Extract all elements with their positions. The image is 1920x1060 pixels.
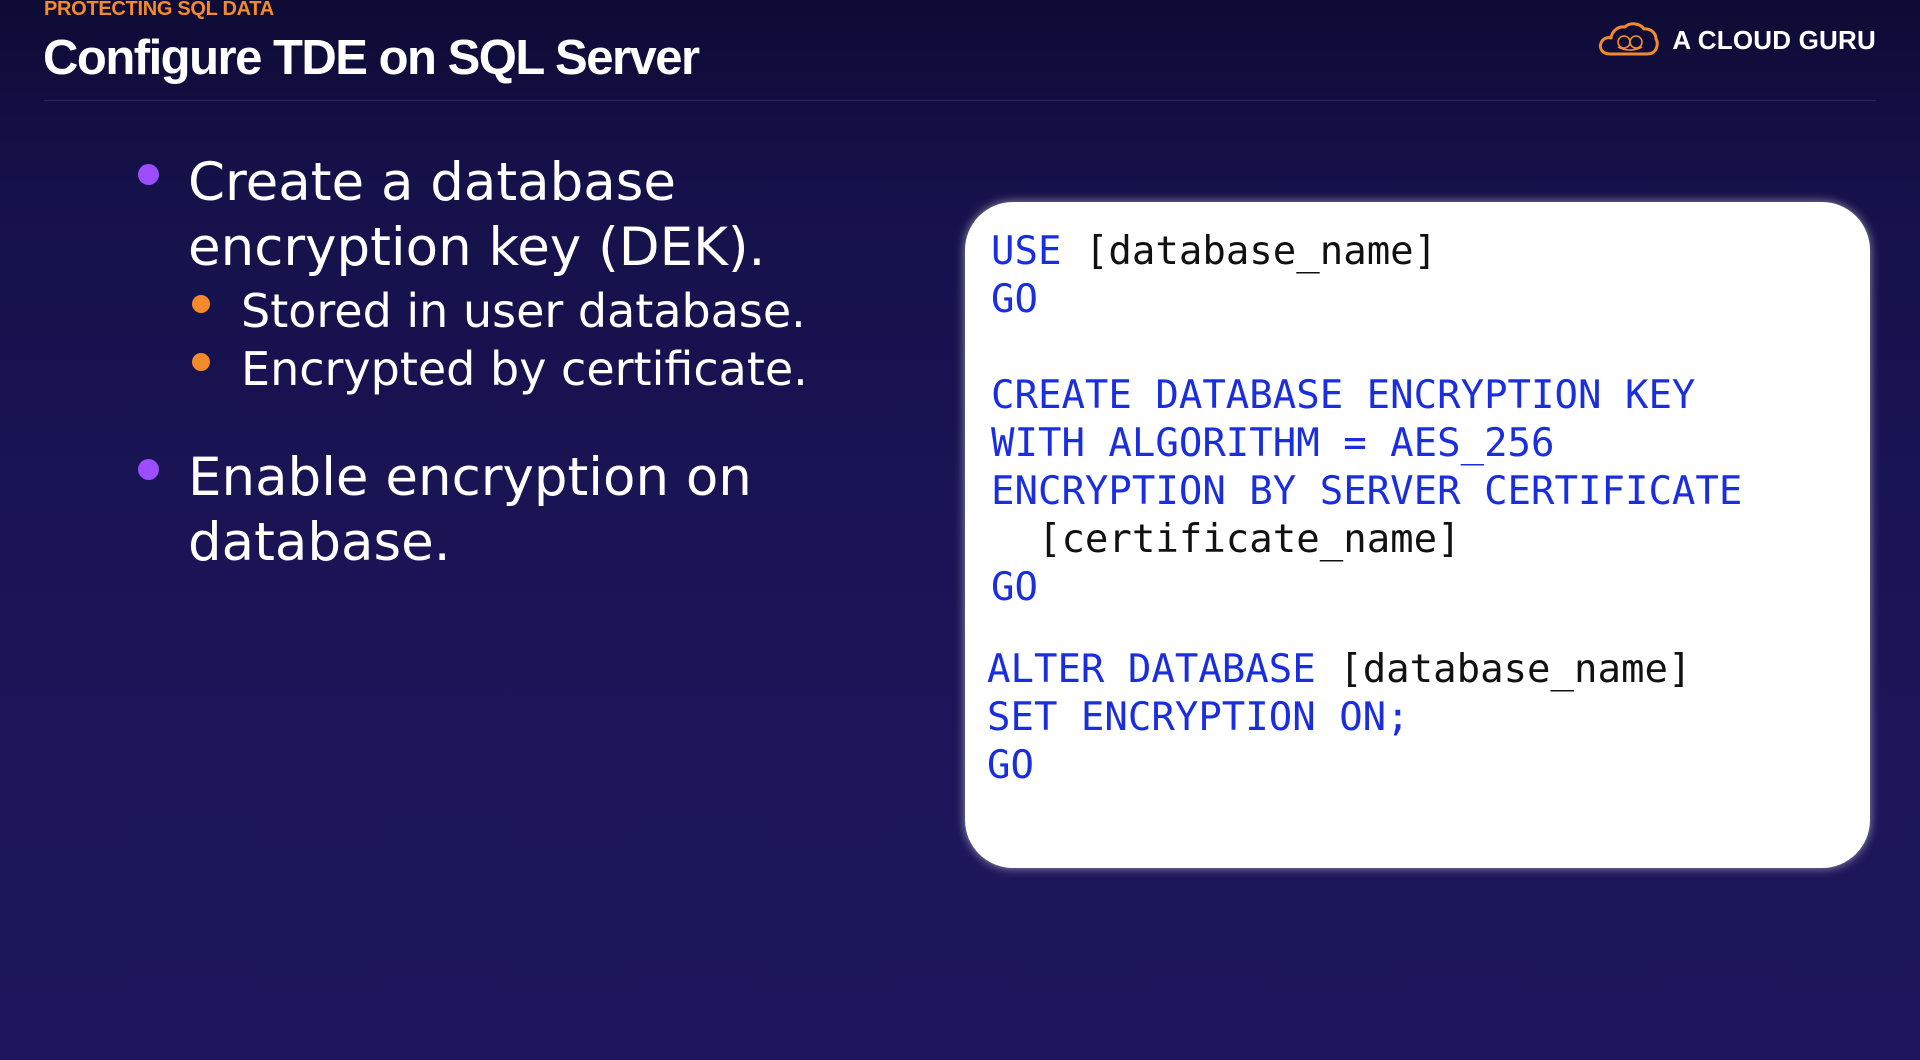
code-keyword: WITH ALGORITHM = AES_256 bbox=[991, 421, 1555, 466]
bullet-list: Create a database encryption key (DEK). … bbox=[132, 150, 912, 575]
code-create-block: CREATE DATABASE ENCRYPTION KEY WITH ALGO… bbox=[991, 372, 1742, 612]
code-keyword: GO bbox=[987, 743, 1034, 788]
sub-bullet-item: Stored in user database. bbox=[188, 282, 912, 340]
code-identifier: [database_name] bbox=[1084, 229, 1438, 274]
code-keyword: GO bbox=[991, 565, 1038, 610]
code-keyword: USE bbox=[991, 229, 1062, 274]
bullet-text: Enable encryption on database. bbox=[188, 447, 752, 573]
code-keyword: ALTER DATABASE bbox=[987, 647, 1316, 692]
code-use-block: USE [database_name] GO bbox=[991, 228, 1437, 324]
code-identifier: [database_name] bbox=[1339, 647, 1692, 692]
section-label: PROTECTING SQL DATA bbox=[44, 0, 274, 20]
sub-bullet-item: Encrypted by certificate. bbox=[188, 340, 912, 398]
code-identifier: [certificate_name] bbox=[1037, 517, 1461, 562]
slide-title: Configure TDE on SQL Server bbox=[43, 31, 700, 85]
code-alter-block: ALTER DATABASE [database_name] SET ENCRY… bbox=[987, 646, 1691, 790]
code-keyword: CREATE DATABASE ENCRYPTION KEY bbox=[991, 373, 1696, 418]
code-keyword: SET ENCRYPTION ON; bbox=[987, 695, 1410, 740]
code-keyword: ENCRYPTION BY SERVER CERTIFICATE bbox=[991, 469, 1743, 514]
bullet-item: Enable encryption on database. bbox=[132, 445, 912, 575]
bullet-text: Create a database encryption key (DEK). bbox=[188, 152, 766, 278]
code-panel: USE [database_name] GO CREATE DATABASE E… bbox=[965, 202, 1870, 868]
header-divider bbox=[44, 100, 1876, 101]
code-keyword: GO bbox=[991, 277, 1038, 322]
cloud-logo-icon bbox=[1596, 20, 1660, 60]
brand: A CLOUD GURU bbox=[1596, 18, 1876, 62]
brand-name: A CLOUD GURU bbox=[1672, 24, 1876, 55]
bullet-item: Create a database encryption key (DEK). … bbox=[132, 150, 912, 398]
sub-bullet-list: Stored in user database. Encrypted by ce… bbox=[188, 282, 912, 398]
